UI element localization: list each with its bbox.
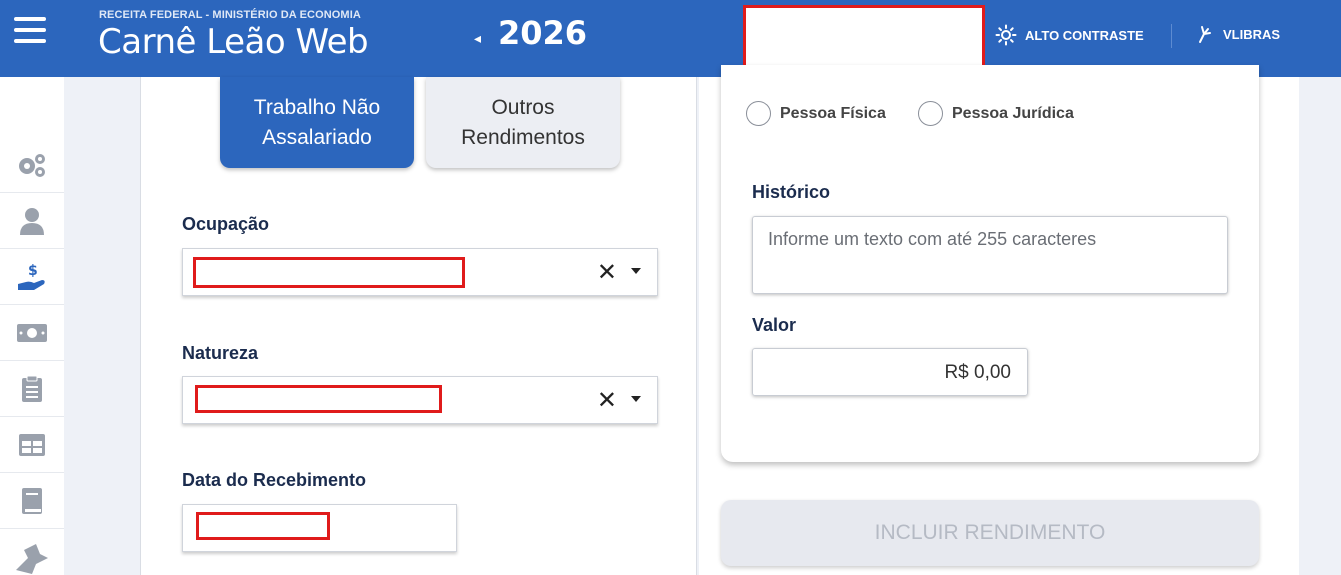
natureza-select[interactable]: ✕ — [182, 376, 658, 424]
data-recebimento-label: Data do Recebimento — [182, 470, 367, 490]
book-icon — [22, 487, 42, 514]
natureza-label: Natureza — [182, 343, 259, 363]
pin-arrow-icon — [16, 544, 48, 574]
tab-inactive-line2: Rendimentos — [461, 125, 585, 149]
ocupacao-clear-icon[interactable]: ✕ — [597, 258, 617, 287]
user-icon — [20, 207, 44, 235]
radio-circle[interactable] — [918, 101, 943, 126]
hand-money-icon: $ — [18, 263, 45, 290]
agency-name: RECEITA FEDERAL - MINISTÉRIO DA ECONOMIA — [99, 9, 361, 21]
radio-pessoa-juridica[interactable]: Pessoa Jurídica — [918, 101, 1074, 126]
sidebar-item-income[interactable]: $ — [0, 249, 64, 305]
ocupacao-value-redacted — [193, 257, 465, 288]
natureza-clear-icon[interactable]: ✕ — [597, 386, 617, 415]
sidebar-item-summary[interactable] — [0, 417, 64, 473]
chevron-down-icon[interactable] — [631, 268, 641, 274]
vlibras-label: VLIBRAS — [1223, 26, 1281, 42]
ocupacao-label: Ocupação — [182, 214, 270, 234]
ocupacao-select[interactable]: ✕ — [182, 248, 658, 296]
data-value-redacted — [196, 512, 330, 540]
tab-inactive-line1: Outros — [491, 95, 555, 119]
data-recebimento-input[interactable] — [182, 504, 457, 552]
incluir-rendimento-button[interactable]: INCLUIR RENDIMENTO — [721, 500, 1259, 566]
sidebar: $ — [0, 77, 64, 575]
high-contrast-toggle[interactable]: ALTO CONTRASTE — [995, 24, 1144, 46]
menu-icon[interactable] — [14, 17, 46, 45]
natureza-value-redacted — [195, 385, 442, 413]
valor-label: Valor — [752, 315, 797, 335]
app-title: Carnê Leão Web — [98, 22, 369, 62]
sign-language-icon — [1199, 26, 1211, 43]
chevron-down-icon[interactable] — [631, 396, 641, 402]
sidebar-item-user[interactable] — [0, 193, 64, 249]
previous-year-icon[interactable]: ◂ — [474, 30, 481, 47]
sidebar-item-reports[interactable] — [0, 361, 64, 417]
year-selector[interactable]: 2026 — [498, 14, 587, 52]
gears-icon — [19, 153, 45, 177]
valor-input[interactable]: R$ 0,00 — [752, 348, 1028, 396]
svg-text:$: $ — [28, 263, 38, 279]
table-icon — [19, 433, 45, 456]
radio-pessoa-fisica-label: Pessoa Física — [780, 104, 886, 122]
tab-outros-rendimentos[interactable]: Outros Rendimentos — [426, 77, 620, 168]
sun-icon — [995, 24, 1017, 46]
sidebar-item-book[interactable] — [0, 473, 64, 529]
historico-textarea[interactable] — [752, 216, 1228, 294]
clipboard-icon — [22, 375, 42, 402]
radio-circle[interactable] — [746, 101, 771, 126]
vlibras-button[interactable]: VLIBRAS — [1197, 24, 1280, 44]
sidebar-item-payments[interactable] — [0, 305, 64, 361]
banknote-icon — [17, 323, 47, 342]
header-divider — [1171, 24, 1172, 48]
sidebar-item-settings[interactable] — [0, 137, 64, 193]
high-contrast-label: ALTO CONTRASTE — [1025, 27, 1144, 43]
income-form-panel: Trabalho Não Assalariado Outros Rendimen… — [140, 77, 697, 575]
radio-pessoa-juridica-label: Pessoa Jurídica — [952, 104, 1074, 122]
sidebar-item-export[interactable] — [0, 529, 64, 575]
tab-active-line2: Assalariado — [262, 125, 372, 149]
historico-label: Histórico — [752, 182, 831, 202]
user-info-redacted — [743, 5, 985, 71]
tab-active-line1: Trabalho Não — [253, 95, 381, 119]
payer-card: Pessoa Física Pessoa Jurídica Histórico … — [721, 65, 1259, 462]
radio-pessoa-fisica[interactable]: Pessoa Física — [746, 101, 886, 126]
tab-trabalho-nao-assalariado[interactable]: Trabalho Não Assalariado — [220, 77, 414, 168]
